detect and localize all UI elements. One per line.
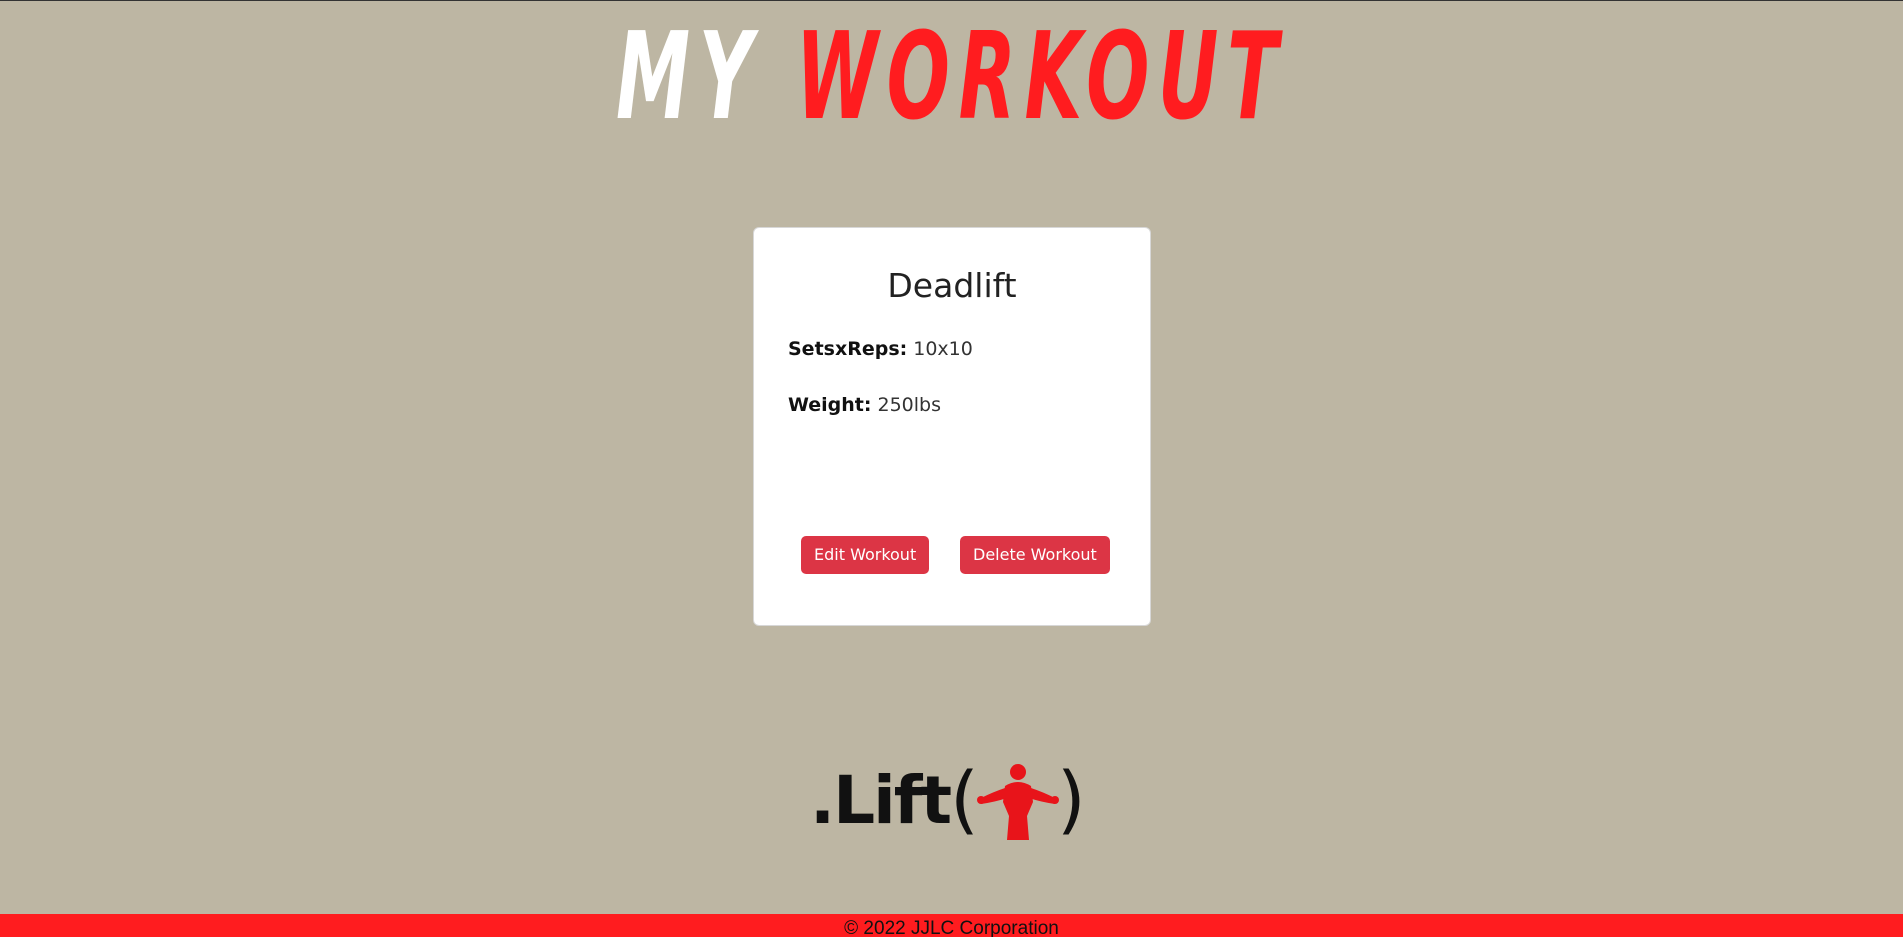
delete-workout-button[interactable]: Delete Workout bbox=[960, 536, 1110, 574]
top-border bbox=[0, 0, 1903, 1]
lifter-icon bbox=[976, 764, 1059, 840]
logo-text: .Lift bbox=[810, 761, 952, 839]
page-title: MY WORKOUT bbox=[361, 8, 1541, 148]
weight-field: Weight: 250lbs bbox=[788, 394, 941, 416]
edit-workout-button[interactable]: Edit Workout bbox=[801, 536, 930, 574]
title-word-my: MY bbox=[616, 8, 762, 147]
weight-value: 250lbs bbox=[877, 394, 942, 416]
sets-reps-value: 10x10 bbox=[913, 338, 973, 360]
logo-close-paren: ) bbox=[1056, 757, 1086, 843]
sets-reps-field: SetsxReps: 10x10 bbox=[788, 338, 973, 360]
title-word-workout: WORKOUT bbox=[795, 8, 1287, 147]
sets-reps-label: SetsxReps: bbox=[788, 338, 908, 360]
workout-name: Deadlift bbox=[887, 266, 1017, 305]
lift-logo: .Lift ( ) bbox=[810, 755, 1086, 845]
copyright-text: © 2022 JJLC Corporation bbox=[844, 918, 1059, 937]
weight-label: Weight: bbox=[788, 394, 872, 416]
footer: © 2022 JJLC Corporation bbox=[0, 914, 1903, 937]
